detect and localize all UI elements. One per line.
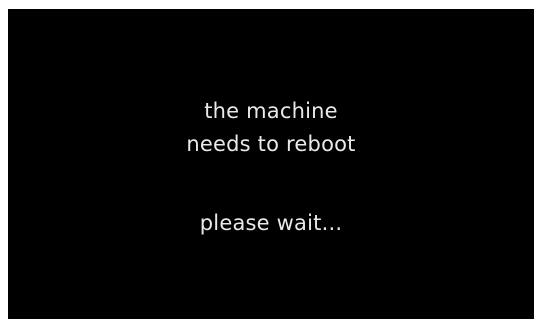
reboot-message-line-2: needs to reboot <box>186 132 356 156</box>
wait-status-text: please wait... <box>199 211 343 235</box>
reboot-message-line-1: the machine <box>204 99 338 123</box>
reboot-screen: the machine needs to reboot please wait.… <box>8 9 534 319</box>
